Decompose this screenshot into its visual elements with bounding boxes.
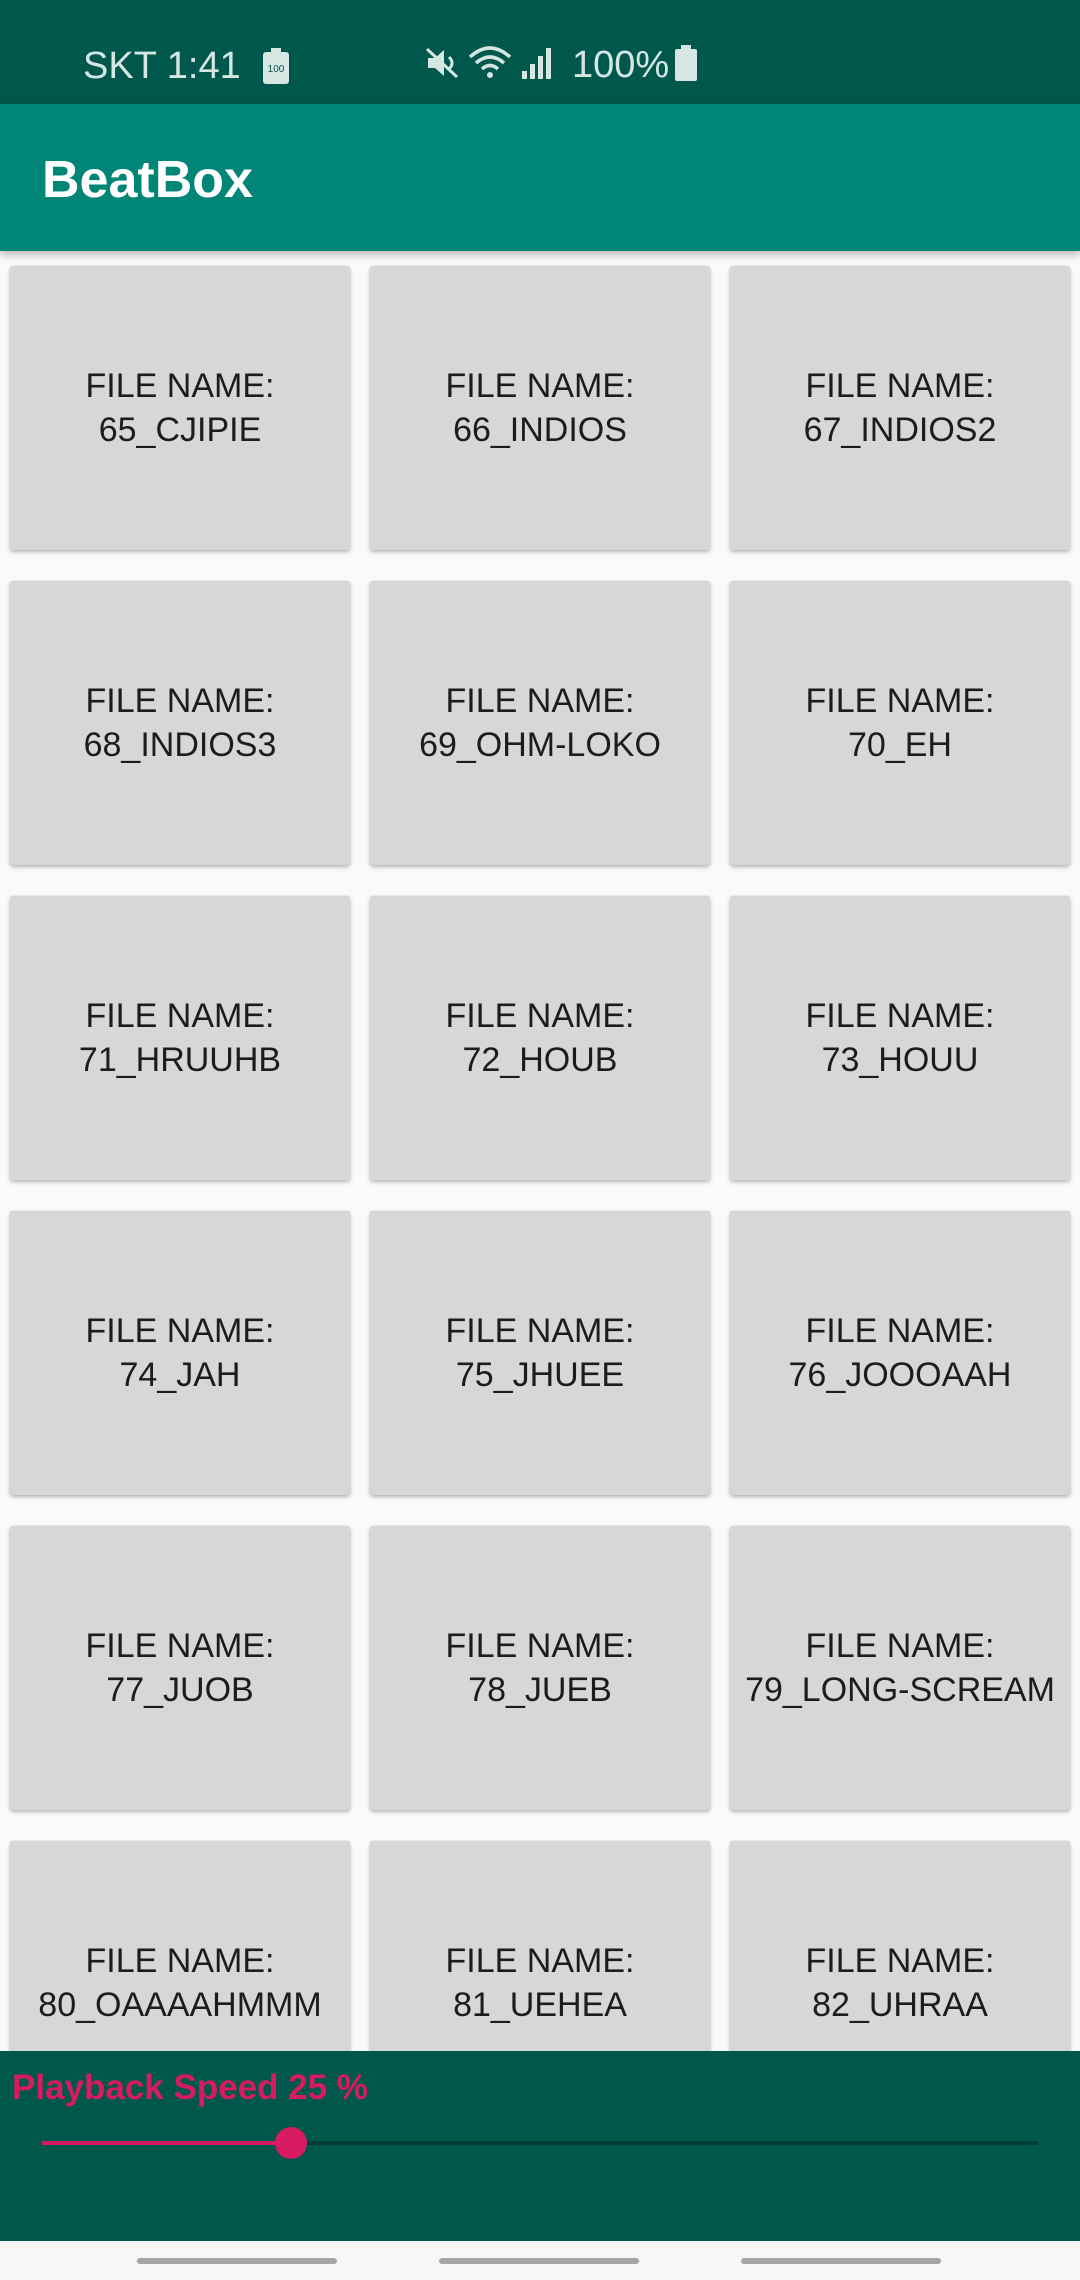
sound-button-prefix: FILE NAME: xyxy=(805,1312,995,1350)
sound-button-prefix: FILE NAME: xyxy=(85,1312,275,1350)
battery-icon xyxy=(675,44,698,86)
sound-button[interactable]: FILE NAME: 67_INDIOS2 xyxy=(730,266,1070,550)
sound-button[interactable]: FILE NAME: 76_JOOOAAH xyxy=(730,1211,1070,1495)
sound-button-prefix: FILE NAME: xyxy=(445,1312,635,1350)
sound-button[interactable]: FILE NAME: 77_JUOB xyxy=(10,1526,350,1810)
sound-button-prefix: FILE NAME: xyxy=(85,367,275,405)
sound-button-filename: 73_HOUU xyxy=(821,1041,979,1079)
sound-button-prefix: FILE NAME: xyxy=(805,1627,995,1665)
sound-button[interactable]: FILE NAME: 75_JHUEE xyxy=(370,1211,710,1495)
sound-button-prefix: FILE NAME: xyxy=(85,682,275,720)
slider-thumb[interactable] xyxy=(275,2127,307,2159)
status-bar: SKT 1:41 100 100% xyxy=(0,0,1080,104)
sound-button-filename: 69_OHM-LOKO xyxy=(419,726,661,764)
sound-button-filename: 65_CJIPIE xyxy=(98,411,262,449)
sound-button-prefix: FILE NAME: xyxy=(805,997,995,1035)
sound-button-filename: 68_INDIOS3 xyxy=(83,726,277,764)
status-carrier-time: SKT 1:41 xyxy=(83,45,241,87)
sound-button[interactable]: FILE NAME: 74_JAH xyxy=(10,1211,350,1495)
sound-button-filename: 72_HOUB xyxy=(462,1041,618,1079)
nav-home-button[interactable] xyxy=(439,2258,639,2264)
sound-button-filename: 66_INDIOS xyxy=(453,411,627,449)
sound-button-filename: 78_JUEB xyxy=(468,1671,612,1709)
sound-button-prefix: FILE NAME: xyxy=(445,1627,635,1665)
sound-button-prefix: FILE NAME: xyxy=(805,682,995,720)
sound-button-prefix: FILE NAME: xyxy=(445,367,635,405)
sound-button[interactable]: FILE NAME: 73_HOUU xyxy=(730,896,1070,1180)
sound-button[interactable]: FILE NAME: 79_LONG-SCREAM xyxy=(730,1526,1070,1810)
sound-button-filename: 74_JAH xyxy=(119,1356,241,1394)
sound-button-filename: 70_EH xyxy=(848,726,952,764)
sound-button-prefix: FILE NAME: xyxy=(445,1942,635,1980)
sound-button[interactable]: FILE NAME: 78_JUEB xyxy=(370,1526,710,1810)
sound-button[interactable]: FILE NAME: 69_OHM-LOKO xyxy=(370,581,710,865)
playback-speed-slider[interactable] xyxy=(42,2123,1038,2163)
sound-button[interactable]: FILE NAME: 65_CJIPIE xyxy=(10,266,350,550)
sound-button[interactable]: FILE NAME: 82_UHRAA xyxy=(730,1841,1070,2051)
sound-grid[interactable]: FILE NAME: 65_CJIPIE FILE NAME: 66_INDIOS FI… xyxy=(0,251,1080,2051)
sound-button[interactable]: FILE NAME: 66_INDIOS xyxy=(370,266,710,550)
playback-panel: Playback Speed 25 % xyxy=(0,2051,1080,2241)
status-icons: 100% xyxy=(424,40,705,90)
sound-button-filename: 79_LONG-SCREAM xyxy=(745,1671,1055,1709)
sound-button-prefix: FILE NAME: xyxy=(85,1942,275,1980)
app-title: BeatBox xyxy=(42,151,253,209)
battery-percent: 100% xyxy=(572,44,670,86)
signal-icon xyxy=(520,45,554,86)
mute-icon xyxy=(424,45,460,86)
sound-button[interactable]: FILE NAME: 81_UEHEA xyxy=(370,1841,710,2051)
nav-back-button[interactable] xyxy=(741,2258,941,2264)
sound-button-prefix: FILE NAME: xyxy=(445,682,635,720)
sound-button[interactable]: FILE NAME: 70_EH xyxy=(730,581,1070,865)
sound-button-prefix: FILE NAME: xyxy=(805,1942,995,1980)
app-bar: BeatBox xyxy=(0,104,1080,251)
sound-button-prefix: FILE NAME: xyxy=(85,997,275,1035)
sound-button[interactable]: FILE NAME: 68_INDIOS3 xyxy=(10,581,350,865)
nav-recents-button[interactable] xyxy=(137,2258,337,2264)
sound-button-filename: 76_JOOOAAH xyxy=(788,1356,1012,1394)
sound-button-filename: 82_UHRAA xyxy=(812,1986,988,2024)
wifi-icon xyxy=(468,45,512,86)
sound-button-filename: 75_JHUEE xyxy=(455,1356,625,1394)
battery-saver-icon: 100 xyxy=(263,48,289,89)
sound-button-prefix: FILE NAME: xyxy=(85,1627,275,1665)
sound-button[interactable]: FILE NAME: 71_HRUUHB xyxy=(10,896,350,1180)
sound-button[interactable]: FILE NAME: 72_HOUB xyxy=(370,896,710,1180)
sound-button-prefix: FILE NAME: xyxy=(805,367,995,405)
svg-text:100: 100 xyxy=(268,64,285,75)
sound-button-filename: 80_OAAAAHMMM xyxy=(38,1986,322,2024)
sound-button-filename: 77_JUOB xyxy=(106,1671,254,1709)
sound-button-filename: 71_HRUUHB xyxy=(78,1041,282,1079)
sound-button[interactable]: FILE NAME: 80_OAAAAHMMM xyxy=(10,1841,350,2051)
playback-speed-label: Playback Speed 25 % xyxy=(12,2068,369,2107)
sound-button-filename: 81_UEHEA xyxy=(453,1986,627,2024)
sound-button-filename: 67_INDIOS2 xyxy=(803,411,997,449)
sound-button-prefix: FILE NAME: xyxy=(445,997,635,1035)
slider-fill xyxy=(42,2141,291,2145)
navigation-bar xyxy=(0,2241,1080,2280)
